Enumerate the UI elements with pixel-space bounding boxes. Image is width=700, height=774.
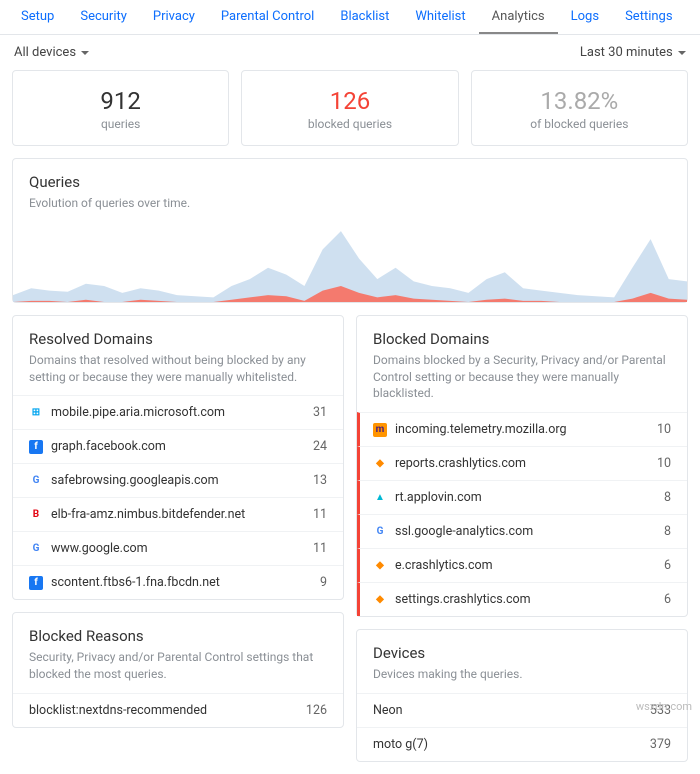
list-item[interactable]: blocklist:nextdns-recommended126: [13, 693, 343, 727]
list-item[interactable]: f scontent.ftbs6-1.fna.fbcdn.net9: [13, 565, 343, 599]
count-label: 8: [664, 524, 671, 539]
list-item[interactable]: ◆ e.crashlytics.com6: [357, 548, 687, 582]
tab-privacy[interactable]: Privacy: [140, 0, 208, 34]
domain-label: ssl.google-analytics.com: [395, 524, 664, 539]
tab-blacklist[interactable]: Blacklist: [327, 0, 402, 34]
tab-logs[interactable]: Logs: [558, 0, 612, 34]
count-label: 11: [313, 541, 327, 556]
blocked-domains-card: Blocked Domains Domains blocked by a Sec…: [356, 315, 688, 617]
list-item[interactable]: Gsafebrowsing.googleapis.com13: [13, 463, 343, 497]
stat-blocked: 126 blocked queries: [241, 70, 458, 146]
stats-row: 912 queries 126 blocked queries 13.82% o…: [0, 70, 700, 158]
stat-value: 126: [250, 87, 449, 115]
list-item[interactable]: Gwww.google.com11: [13, 531, 343, 565]
filter-bar: All devices Last 30 minutes: [0, 35, 700, 70]
mz-icon: m: [373, 423, 387, 437]
devices-card: Devices Devices making the queries. Neon…: [356, 629, 688, 762]
chevron-down-icon: [678, 51, 686, 59]
list-item[interactable]: ▲ rt.applovin.com8: [357, 480, 687, 514]
count-label: 379: [650, 737, 671, 752]
section-title: Queries: [29, 173, 671, 191]
list-item[interactable]: Gssl.google-analytics.com8: [357, 514, 687, 548]
count-label: 13: [313, 473, 327, 488]
tab-analytics[interactable]: Analytics: [479, 0, 558, 34]
ms-icon: ⊞: [29, 406, 43, 420]
domain-label: incoming.telemetry.mozilla.org: [395, 422, 657, 437]
time-filter-label: Last 30 minutes: [580, 45, 673, 60]
list-item[interactable]: ◆ reports.crashlytics.com10: [357, 446, 687, 480]
count-label: 10: [657, 422, 671, 437]
count-label: 8: [664, 490, 671, 505]
section-desc: Security, Privacy and/or Parental Contro…: [13, 649, 343, 683]
domain-label: moto g(7): [373, 737, 650, 752]
time-filter[interactable]: Last 30 minutes: [580, 45, 686, 60]
tab-whitelist[interactable]: Whitelist: [402, 0, 478, 34]
stat-label: queries: [21, 117, 220, 131]
section-title: Devices: [357, 644, 687, 662]
nav-tabs: SetupSecurityPrivacyParental ControlBlac…: [0, 0, 700, 35]
stat-value: 912: [21, 87, 220, 115]
device-filter-label: All devices: [14, 45, 76, 60]
section-title: Blocked Reasons: [13, 627, 343, 645]
domain-label: rt.applovin.com: [395, 490, 664, 505]
list-item[interactable]: m incoming.telemetry.mozilla.org10: [357, 412, 687, 446]
domain-label: scontent.ftbs6-1.fna.fbcdn.net: [51, 575, 320, 590]
al-icon: ▲: [373, 491, 387, 505]
stat-queries: 912 queries: [12, 70, 229, 146]
fi-icon: ◆: [373, 559, 387, 573]
watermark: wsxdn.com: [636, 700, 692, 713]
domain-label: e.crashlytics.com: [395, 558, 664, 573]
stat-label: blocked queries: [250, 117, 449, 131]
domain-label: www.google.com: [51, 541, 313, 556]
section-desc: Domains that resolved without being bloc…: [13, 352, 343, 386]
fi-icon: ◆: [373, 593, 387, 607]
section-desc: Evolution of queries over time.: [29, 195, 671, 212]
count-label: 6: [664, 558, 671, 573]
domain-label: elb-fra-amz.nimbus.bitdefender.net: [51, 507, 313, 522]
blocked-reasons-card: Blocked Reasons Security, Privacy and/or…: [12, 612, 344, 728]
chevron-down-icon: [81, 51, 89, 59]
count-label: 24: [313, 439, 327, 454]
domain-label: safebrowsing.googleapis.com: [51, 473, 313, 488]
domain-label: Neon: [373, 703, 650, 718]
stat-value: 13.82%: [480, 87, 679, 115]
count-label: 31: [313, 405, 327, 420]
stat-label: of blocked queries: [480, 117, 679, 131]
count-label: 6: [664, 592, 671, 607]
list-item[interactable]: f graph.facebook.com24: [13, 429, 343, 463]
queries-area-chart: [13, 222, 687, 302]
tab-setup[interactable]: Setup: [8, 0, 67, 34]
section-title: Blocked Domains: [357, 330, 687, 348]
list-item[interactable]: moto g(7)379: [357, 727, 687, 761]
tab-parental-control[interactable]: Parental Control: [208, 0, 327, 34]
list-item[interactable]: Belb-fra-amz.nimbus.bitdefender.net11: [13, 497, 343, 531]
domain-label: settings.crashlytics.com: [395, 592, 664, 607]
g-icon: G: [29, 542, 43, 556]
fi-icon: ◆: [373, 457, 387, 471]
fb-icon: f: [29, 576, 43, 590]
device-filter[interactable]: All devices: [14, 45, 89, 60]
tab-settings[interactable]: Settings: [612, 0, 685, 34]
resolved-domains-card: Resolved Domains Domains that resolved w…: [12, 315, 344, 601]
section-desc: Domains blocked by a Security, Privacy a…: [357, 352, 687, 402]
domain-label: blocklist:nextdns-recommended: [29, 703, 306, 718]
section-title: Resolved Domains: [13, 330, 343, 348]
g-icon: G: [29, 474, 43, 488]
count-label: 11: [313, 507, 327, 522]
count-label: 9: [320, 575, 327, 590]
queries-chart-card: Queries Evolution of queries over time.: [12, 158, 688, 303]
tab-security[interactable]: Security: [67, 0, 140, 34]
domain-label: graph.facebook.com: [51, 439, 313, 454]
list-item[interactable]: ⊞ mobile.pipe.aria.microsoft.com31: [13, 395, 343, 429]
count-label: 126: [306, 703, 327, 718]
domain-label: mobile.pipe.aria.microsoft.com: [51, 405, 313, 420]
section-desc: Devices making the queries.: [357, 666, 687, 683]
list-item[interactable]: ◆ settings.crashlytics.com6: [357, 582, 687, 616]
count-label: 10: [657, 456, 671, 471]
domain-label: reports.crashlytics.com: [395, 456, 657, 471]
bd-icon: B: [29, 508, 43, 522]
stat-percent: 13.82% of blocked queries: [471, 70, 688, 146]
fb-icon: f: [29, 440, 43, 454]
g-icon: G: [373, 525, 387, 539]
